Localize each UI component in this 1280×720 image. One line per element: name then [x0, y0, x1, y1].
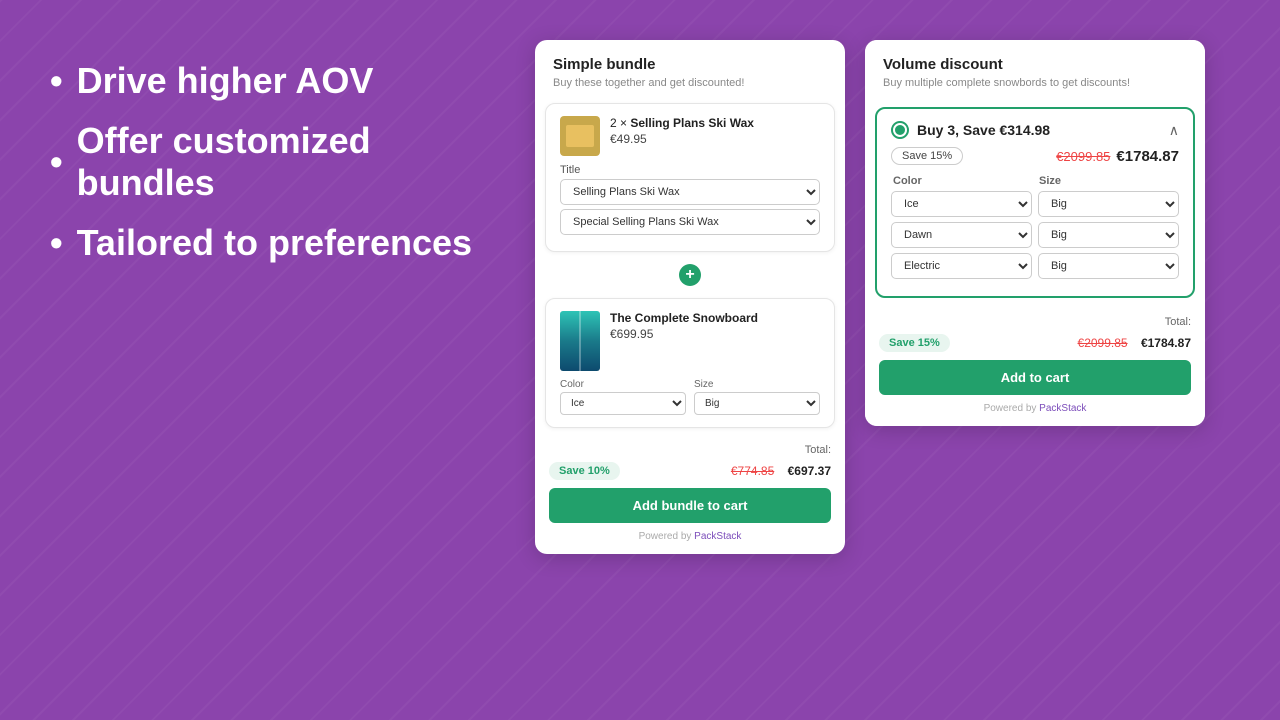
color-option-group: Color Ice Dawn Electric: [560, 379, 686, 415]
volume-size-select-2[interactable]: BigMediumSmall: [1038, 222, 1179, 248]
variant-row-1: IceDawnElectric BigMediumSmall: [891, 191, 1179, 217]
volume-option-buy3: Buy 3, Save €314.98 ∧ Save 15% €2099.85 …: [875, 107, 1195, 298]
volume-discount-card: Volume discount Buy multiple complete sn…: [865, 40, 1205, 426]
volume-total-row: Total:: [879, 316, 1191, 328]
packstack-link-volume[interactable]: PackStack: [1039, 403, 1086, 414]
volume-option-title: Buy 3, Save €314.98: [917, 122, 1050, 138]
bullet-item-2: Offer customized bundles: [50, 120, 510, 204]
radio-button[interactable]: [891, 121, 909, 139]
volume-price-row: Save 15% €2099.85 €1784.87: [879, 334, 1191, 352]
snowboard-options: Color Ice Dawn Electric Size Big Medium …: [560, 379, 820, 415]
ski-wax-name: 2 × Selling Plans Ski Wax: [610, 116, 820, 130]
snowboard-size-select[interactable]: Big Medium Small: [694, 392, 820, 415]
volume-price-new: €1784.87: [1116, 148, 1179, 165]
color-header: Color: [891, 175, 1033, 187]
price-old: €774.85: [731, 464, 774, 478]
snowboard-name: The Complete Snowboard: [610, 311, 820, 325]
volume-color-select-3[interactable]: IceDawnElectric: [891, 253, 1032, 279]
variant-row-2: IceDawnElectric BigMediumSmall: [891, 222, 1179, 248]
simple-bundle-header: Simple bundle Buy these together and get…: [535, 40, 845, 97]
ski-wax-select-2[interactable]: Special Selling Plans Ski Wax: [560, 209, 820, 235]
size-option-group: Size Big Medium Small: [694, 379, 820, 415]
volume-footer-prices: €2099.85 €1784.87: [1078, 334, 1191, 352]
volume-save-badge: Save 15%: [891, 147, 963, 165]
save-badge: Save 10%: [549, 462, 620, 480]
title-field-label: Title: [560, 164, 820, 176]
volume-prices: €2099.85 €1784.87: [1056, 148, 1179, 165]
total-row: Total:: [549, 444, 831, 456]
price-new: €697.37: [788, 464, 831, 478]
snowboard-price: €699.95: [610, 327, 820, 341]
simple-bundle-card: Simple bundle Buy these together and get…: [535, 40, 845, 554]
powered-by-simple: Powered by PackStack: [549, 531, 831, 542]
volume-size-select-3[interactable]: BigMediumSmall: [1038, 253, 1179, 279]
bullet-text-1: Drive higher AOV: [77, 60, 374, 102]
ski-wax-select-1[interactable]: Selling Plans Ski Wax: [560, 179, 820, 205]
volume-subtitle: Buy multiple complete snowbords to get d…: [883, 77, 1187, 89]
simple-bundle-title: Simple bundle: [553, 56, 827, 73]
color-label: Color: [560, 379, 686, 390]
ski-wax-product-row: 2 × Selling Plans Ski Wax €49.95: [560, 116, 820, 156]
bullet-item-3: Tailored to preferences: [50, 222, 510, 264]
volume-footer-price-new: €1784.87: [1141, 336, 1191, 350]
volume-option-right: ∧: [1169, 122, 1179, 139]
price-row: Save 10% €774.85 €697.37: [549, 462, 831, 480]
add-product-row: +: [535, 258, 845, 292]
volume-option-left: Buy 3, Save €314.98: [891, 121, 1050, 139]
volume-add-to-cart-button[interactable]: Add to cart: [879, 360, 1191, 395]
volume-option-header: Buy 3, Save €314.98 ∧: [891, 121, 1179, 139]
ski-wax-product-item: 2 × Selling Plans Ski Wax €49.95 Title S…: [545, 103, 835, 252]
packstack-link-simple[interactable]: PackStack: [694, 531, 741, 542]
volume-title: Volume discount: [883, 56, 1187, 73]
price-group: €774.85 €697.37: [731, 462, 831, 480]
snowboard-product-item: The Complete Snowboard €699.95 Color Ice…: [545, 298, 835, 428]
left-panel: Drive higher AOV Offer customized bundle…: [50, 40, 510, 282]
bullet-text-2: Offer customized bundles: [77, 120, 510, 204]
chevron-up-icon[interactable]: ∧: [1169, 122, 1179, 139]
add-bundle-to-cart-button[interactable]: Add bundle to cart: [549, 488, 831, 523]
ski-wax-info: 2 × Selling Plans Ski Wax €49.95: [610, 116, 820, 146]
ski-wax-image: [560, 116, 600, 156]
variant-header-grid: Color Size: [891, 175, 1179, 187]
ski-wax-image-inner: [566, 125, 594, 147]
bullet-item-1: Drive higher AOV: [50, 60, 510, 102]
snowboard-image: [560, 311, 600, 371]
volume-footer-price-old: €2099.85: [1078, 336, 1128, 350]
volume-price-old: €2099.85: [1056, 149, 1110, 164]
add-product-icon[interactable]: +: [679, 264, 701, 286]
volume-color-select-2[interactable]: IceDawnElectric: [891, 222, 1032, 248]
volume-total-label: Total:: [1165, 316, 1191, 328]
volume-color-select-1[interactable]: IceDawnElectric: [891, 191, 1032, 217]
volume-footer: Total: Save 15% €2099.85 €1784.87 Add to…: [865, 306, 1205, 426]
right-panel: Simple bundle Buy these together and get…: [510, 40, 1230, 554]
size-header: Size: [1037, 175, 1179, 187]
ski-wax-price: €49.95: [610, 132, 820, 146]
bullet-text-3: Tailored to preferences: [77, 222, 472, 264]
volume-header: Volume discount Buy multiple complete sn…: [865, 40, 1205, 99]
volume-footer-save-badge: Save 15%: [879, 334, 950, 352]
simple-bundle-footer: Total: Save 10% €774.85 €697.37 Add bund…: [535, 434, 845, 554]
bullet-list: Drive higher AOV Offer customized bundle…: [50, 60, 510, 264]
volume-size-select-1[interactable]: BigMediumSmall: [1038, 191, 1179, 217]
snowboard-product-row: The Complete Snowboard €699.95: [560, 311, 820, 371]
simple-bundle-subtitle: Buy these together and get discounted!: [553, 77, 827, 89]
variant-row-3: IceDawnElectric BigMediumSmall: [891, 253, 1179, 279]
snowboard-info: The Complete Snowboard €699.95: [610, 311, 820, 341]
size-label: Size: [694, 379, 820, 390]
total-label: Total:: [805, 444, 831, 456]
snowboard-color-select[interactable]: Ice Dawn Electric: [560, 392, 686, 415]
powered-by-volume: Powered by PackStack: [879, 403, 1191, 414]
